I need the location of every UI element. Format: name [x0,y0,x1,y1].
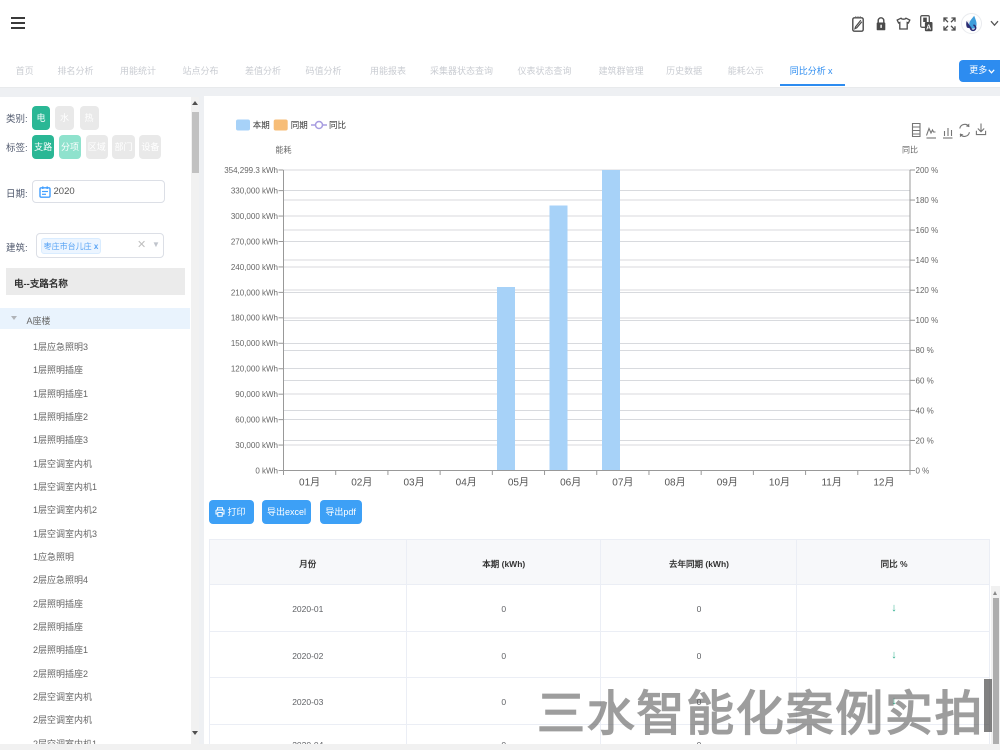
svg-text:0 %: 0 % [916,466,930,475]
svg-text:同比: 同比 [329,120,346,130]
svg-text:200 %: 200 % [916,166,939,175]
svg-text:08月: 08月 [664,477,685,489]
svg-text:10月: 10月 [769,477,790,489]
svg-text:20 %: 20 % [916,436,934,445]
svg-text:100 %: 100 % [916,316,939,325]
svg-text:140 %: 140 % [916,256,939,265]
svg-text:90,000 kWh: 90,000 kWh [235,390,278,399]
svg-text:150,000 kWh: 150,000 kWh [231,339,278,348]
svg-text:330,000 kWh: 330,000 kWh [231,187,278,196]
svg-text:11月: 11月 [821,477,841,489]
svg-text:60 %: 60 % [916,376,934,385]
svg-text:本期: 本期 [253,120,270,130]
svg-text:80 %: 80 % [916,346,934,355]
svg-text:01月: 01月 [299,477,320,489]
svg-text:0 kWh: 0 kWh [255,466,278,475]
svg-text:40 %: 40 % [916,406,934,415]
svg-text:能耗: 能耗 [276,145,292,155]
svg-text:180,000 kWh: 180,000 kWh [231,314,278,323]
svg-text:30,000 kWh: 30,000 kWh [235,441,278,450]
svg-text:210,000 kWh: 210,000 kWh [231,288,278,297]
svg-text:06月: 06月 [560,477,581,489]
svg-text:09月: 09月 [717,477,738,489]
svg-text:03月: 03月 [403,477,424,489]
svg-text:180 %: 180 % [916,196,939,205]
svg-text:354,299.3 kWh: 354,299.3 kWh [224,166,278,175]
svg-text:04月: 04月 [456,477,477,489]
svg-text:同期: 同期 [291,120,308,130]
svg-text:同比: 同比 [902,145,918,155]
svg-text:02月: 02月 [351,477,372,489]
svg-text:270,000 kWh: 270,000 kWh [231,237,278,246]
svg-text:12月: 12月 [873,477,894,489]
svg-text:240,000 kWh: 240,000 kWh [231,263,278,272]
svg-text:300,000 kWh: 300,000 kWh [231,212,278,221]
svg-text:07月: 07月 [612,477,633,489]
svg-text:05月: 05月 [508,477,529,489]
svg-text:120,000 kWh: 120,000 kWh [231,365,278,374]
svg-text:160 %: 160 % [916,226,939,235]
svg-text:60,000 kWh: 60,000 kWh [235,416,278,425]
svg-text:120 %: 120 % [916,286,939,295]
svg-text:A: A [926,24,931,31]
